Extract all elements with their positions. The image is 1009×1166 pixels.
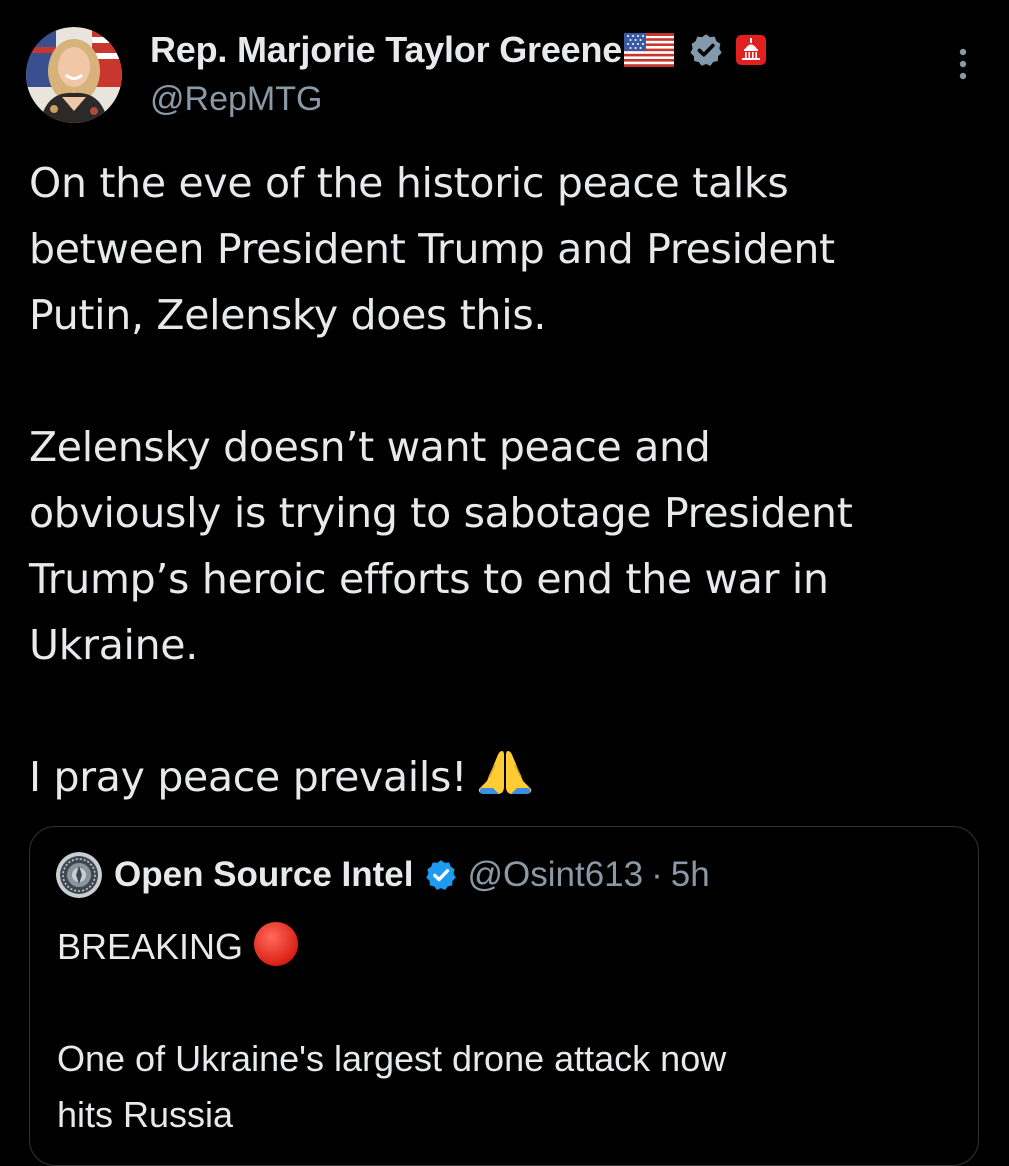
quoted-tweet-text: BREAKING One of Ukraine's largest drone … [57, 919, 957, 1143]
tweet-line: I pray peace prevails! [29, 744, 989, 810]
more-options-icon[interactable] [948, 44, 978, 84]
tweet-line: Zelensky doesn’t want peace and [29, 423, 711, 471]
separator-dot: · [651, 855, 663, 894]
quoted-author-name[interactable]: Open Source Intel [114, 855, 414, 895]
tweet-line: Ukraine. [29, 621, 198, 669]
tweet-line: obviously is trying to sabotage Presiden… [29, 489, 853, 537]
avatar-photo [26, 27, 122, 123]
capitol-icon[interactable] [736, 35, 767, 65]
author-handle[interactable]: @RepMTG [150, 80, 322, 119]
author-avatar[interactable] [26, 27, 122, 123]
quoted-tweet-header: Open Source Intel @Osint613 · 5h [56, 851, 710, 899]
quoted-tweet-line: One of Ukraine's largest drone attack no… [57, 1038, 727, 1079]
breaking-label: BREAKING [57, 926, 244, 967]
tweet-text: On the eve of the historic peace talks b… [29, 150, 989, 810]
us-flag-icon [624, 33, 675, 67]
quoted-tweet-line: hits Russia [57, 1094, 234, 1135]
author-display-name[interactable]: Rep. Marjorie Taylor Greene [150, 29, 622, 71]
verified-icon [424, 858, 458, 892]
folded-hands-icon [475, 747, 535, 797]
tweet-closing-text: I pray peace prevails! [29, 753, 468, 801]
verified-icon[interactable] [688, 32, 724, 68]
tweet-line: Trump’s heroic efforts to end the war in [29, 555, 829, 603]
author-name-row: Rep. Marjorie Taylor Greene [150, 28, 767, 72]
quoted-tweet-line: BREAKING [57, 919, 957, 975]
tweet-line: On the eve of the historic peace talks [29, 159, 789, 207]
quoted-tweet-timestamp[interactable]: 5h [671, 855, 710, 895]
quoted-author-handle[interactable]: @Osint613 [468, 855, 644, 895]
quoted-author-avatar[interactable] [56, 852, 102, 898]
quoted-tweet[interactable]: Open Source Intel @Osint613 · 5h BREAKIN… [29, 826, 979, 1166]
tweet: Rep. Marjorie Taylor Greene @RepMTG On t… [0, 0, 1009, 1166]
red-circle-icon [253, 921, 299, 967]
tweet-line: Putin, Zelensky does this. [29, 291, 547, 339]
tweet-line: between President Trump and President [29, 225, 835, 273]
